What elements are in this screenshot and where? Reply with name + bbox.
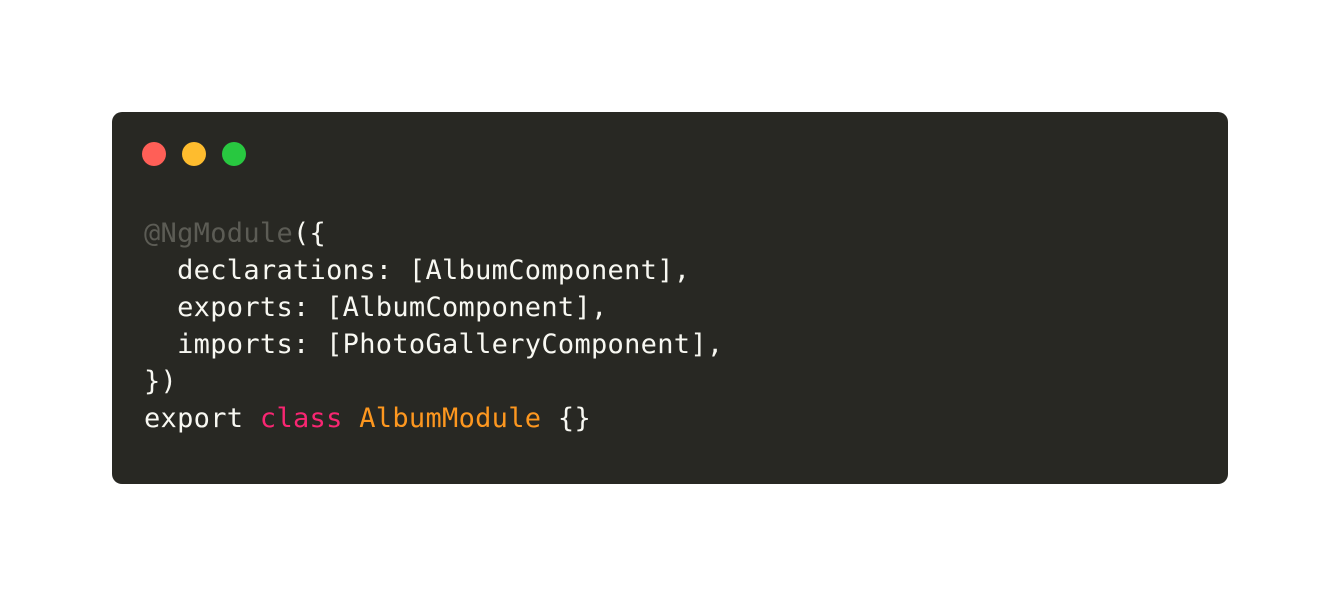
code-line: export class AlbumModule {} — [144, 400, 723, 437]
code-line: exports: [AlbumComponent], — [144, 289, 723, 326]
close-dot-icon — [142, 142, 166, 166]
code-token-class-name: AlbumModule — [359, 403, 542, 434]
code-line: declarations: [AlbumComponent], — [144, 252, 723, 289]
code-token: imports: [PhotoGalleryComponent], — [144, 329, 724, 360]
code-line: imports: [PhotoGalleryComponent], — [144, 326, 723, 363]
code-token: export — [144, 403, 260, 434]
code-token: }) — [144, 366, 178, 397]
code-token: ({ — [293, 218, 327, 249]
minimize-dot-icon — [182, 142, 206, 166]
code-line: @NgModule({ — [144, 215, 723, 252]
code-window: @NgModule({ declarations: [AlbumComponen… — [112, 112, 1228, 484]
code-token: {} — [541, 403, 592, 434]
code-token: exports: [AlbumComponent], — [144, 292, 608, 323]
maximize-dot-icon — [222, 142, 246, 166]
code-line: }) — [144, 363, 723, 400]
code-block: @NgModule({ declarations: [AlbumComponen… — [144, 215, 723, 437]
code-token-keyword: class — [259, 403, 343, 434]
window-controls — [142, 142, 246, 166]
code-token-decorator: @NgModule — [144, 218, 293, 249]
code-token: declarations: [AlbumComponent], — [144, 255, 691, 286]
